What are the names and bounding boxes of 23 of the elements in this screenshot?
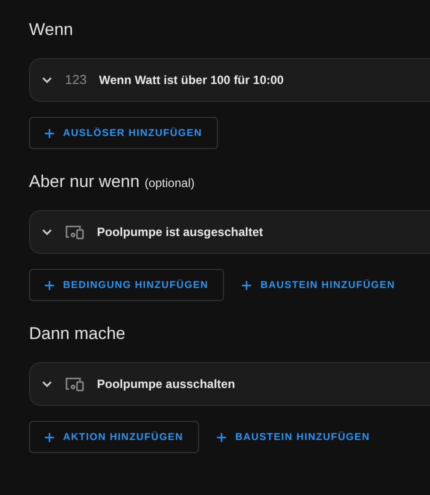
plus-icon (45, 128, 54, 138)
add-button[interactable]: AKTION HINZUFÜGEN (29, 421, 200, 453)
section-heading: Dann mache (29, 323, 126, 345)
automation-card[interactable]: Poolpumpe ausschalten (29, 362, 430, 406)
automation-card[interactable]: Poolpumpe ist ausgeschaltet (29, 210, 430, 254)
numeric-icon: 123 (65, 70, 87, 90)
devices-icon (65, 376, 85, 392)
devices-icon (65, 224, 85, 240)
plus-icon (217, 432, 226, 442)
card-title: Wenn Watt ist über 100 für 10:00 (99, 72, 284, 89)
plus-icon (45, 280, 54, 290)
plus-icon (242, 280, 252, 290)
section-subtitle: (optional) (144, 175, 195, 192)
automation-card[interactable]: 123 Wenn Watt ist über 100 für 10:00 (29, 58, 430, 102)
add-button[interactable]: BAUSTEIN HINZUFÜGEN (201, 421, 386, 453)
add-button[interactable]: AUSLÖSER HINZUFÜGEN (29, 117, 218, 149)
add-button[interactable]: BAUSTEIN HINZUFÜGEN (226, 269, 412, 301)
section-heading: Wenn (29, 19, 74, 41)
section-heading: Aber nur wenn (29, 171, 140, 193)
card-title: Poolpumpe ist ausgeschaltet (97, 224, 264, 241)
card-title: Poolpumpe ausschalten (97, 376, 236, 393)
plus-icon (45, 432, 54, 442)
add-button[interactable]: BEDINGUNG HINZUFÜGEN (29, 269, 224, 301)
